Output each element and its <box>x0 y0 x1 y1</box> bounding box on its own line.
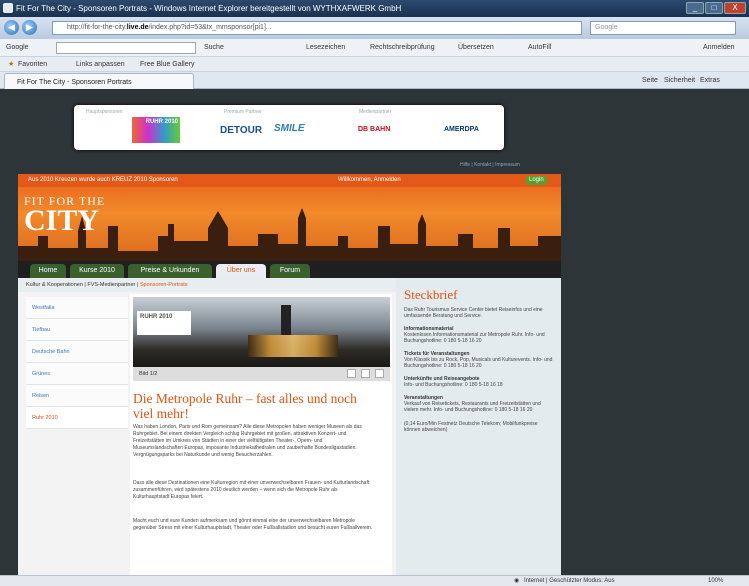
steckbrief-text-2: Von Klassik bis zu Rock, Pop, Musicals u… <box>404 357 553 369</box>
page-viewport: Hauptsponsoren Premium Partner Medienpar… <box>0 89 749 575</box>
favorites-star-icon[interactable]: ★ <box>8 57 14 72</box>
subnav-item-ruhr2010[interactable]: Ruhr 2010 <box>26 407 128 429</box>
google-label: Google <box>6 44 29 51</box>
photo-tower <box>281 305 291 335</box>
gallery-play-button[interactable] <box>361 369 370 378</box>
signin-button[interactable]: Anmelden <box>703 39 735 57</box>
fav-item-links[interactable]: Links anpassen <box>76 57 125 72</box>
photo-ruhr2010-logo: RUHR 2010 <box>137 311 191 335</box>
breadcrumb-current: Sponsoren-Portrats <box>139 282 188 288</box>
breadcrumb-path[interactable]: Kultur & Kooperationen | FVS-Medienpartn… <box>26 282 138 288</box>
ruhr2010-logo[interactable]: RUHR 2010 <box>132 117 180 143</box>
steckbrief-footer: (0,14 Euro/Min Festnetz Deutsche Telekom… <box>404 421 538 433</box>
login-button[interactable]: Login <box>526 176 547 185</box>
sponsor-label-media: Medienpartner <box>359 109 392 115</box>
header-photo: RUHR 2010 <box>133 297 390 367</box>
logo-city: CITY <box>24 204 100 237</box>
status-bar: ◉ Internet | Geschützter Modus: Aus 100% <box>0 575 749 586</box>
banner-top-text: Aus 2010 Kreuzen wurde auch KREUZ 2010 S… <box>28 177 178 183</box>
globe-icon: ◉ <box>514 578 520 584</box>
close-button[interactable]: X <box>724 2 746 14</box>
translate-button[interactable]: Übersetzen <box>458 39 494 57</box>
maximize-button[interactable]: □ <box>705 2 723 14</box>
article-paragraph-2: Dass alle diese Destinationen eine Kultu… <box>133 480 370 500</box>
amerdpa-logo[interactable]: AMERDPA <box>444 126 479 133</box>
sponsor-label-premium: Premium Partner <box>224 109 262 115</box>
favorites-bar: ★ Favoriten Links anpassen Free Blue Gal… <box>0 57 749 72</box>
site-container: Aus 2010 Kreuzen wurde auch KREUZ 2010 S… <box>18 174 561 575</box>
google-toolbar: Google Suche Lesezeichen Rechtschreibprü… <box>0 39 749 57</box>
article-paragraph-1: Was haben London, Paris und Rom gemeinsa… <box>133 424 362 458</box>
login-text[interactable]: Willkommen, Anmelden <box>338 174 401 187</box>
security-zone: Internet | Geschützter Modus: Aus <box>524 578 615 584</box>
main-nav: Home Kurse 2010 Preise & Urkunden Über u… <box>18 261 561 278</box>
google-search-button[interactable]: Suche <box>204 39 224 57</box>
safety-menu[interactable]: Sicherheit <box>664 72 695 89</box>
subnav-item-westfalia[interactable]: Westfalia <box>26 297 128 319</box>
bookmarks-button[interactable]: Lesezeichen <box>306 39 345 57</box>
back-button[interactable]: ◀ <box>4 20 19 35</box>
steckbrief-text-3: Info- und Buchungshotline: 0 180 5-18 16… <box>404 382 503 388</box>
tab-fit-for-the-city[interactable]: Fit For The City - Sponsoren Portrats <box>4 73 194 89</box>
detour-logo[interactable]: DETOUR <box>220 125 262 136</box>
page-menu[interactable]: Seite <box>642 72 658 89</box>
subnav-item-gruenes[interactable]: Grünes <box>26 363 128 385</box>
banner-topbar: Aus 2010 Kreuzen wurde auch KREUZ 2010 S… <box>18 174 561 187</box>
url-input[interactable]: http://fit-for-the-city.live.de/index.ph… <box>52 21 582 35</box>
subnav-item-reisen[interactable]: Reisen <box>26 385 128 407</box>
gallery-prev-button[interactable] <box>347 369 356 378</box>
sponsor-bar: Hauptsponsoren Premium Partner Medienpar… <box>74 105 504 150</box>
zoom-level[interactable]: 100% <box>708 576 723 586</box>
tools-menu[interactable]: Extras <box>700 72 720 89</box>
ie-icon <box>3 3 13 13</box>
photo-caption-bar: Bild 1/2 <box>133 367 390 381</box>
main-content: RUHR 2010 Bild 1/2 Die Metropole Ruhr – … <box>130 294 392 575</box>
nav-tab-kurse[interactable]: Kurse 2010 <box>70 264 124 278</box>
forward-button[interactable]: ▶ <box>22 20 37 35</box>
nav-tab-preise[interactable]: Preise & Urkunden <box>128 264 212 278</box>
nav-tab-home[interactable]: Home <box>30 264 66 278</box>
autofill-button[interactable]: AutoFill <box>528 39 551 57</box>
sponsor-label-main: Hauptsponsoren <box>86 109 123 115</box>
steckbrief-panel: Steckbrief Das Ruhr Tourismus Service Ce… <box>396 278 561 575</box>
live-search-input[interactable]: Google <box>590 21 736 35</box>
header-banner: Aus 2010 Kreuzen wurde auch KREUZ 2010 S… <box>18 174 561 261</box>
steckbrief-intro: Das Ruhr Tourismus Service Center bietet… <box>404 307 543 319</box>
photo-lights <box>248 335 338 357</box>
top-links[interactable]: Hilfe | Kontakt | Impressum <box>460 162 520 168</box>
steckbrief-title: Steckbrief <box>404 287 458 302</box>
favorites-button[interactable]: Favoriten <box>18 57 47 72</box>
left-subnav: Westfalia Tiefbau Deutsche Bahn Grünes R… <box>26 297 128 432</box>
gallery-next-button[interactable] <box>375 369 384 378</box>
subnav-item-tiefbau[interactable]: Tiefbau <box>26 319 128 341</box>
google-search-input[interactable] <box>56 42 196 54</box>
nav-tab-ueber-uns[interactable]: Über uns <box>216 264 266 278</box>
steckbrief-text-4: Verkauf von Reisetickets, Restaurants un… <box>404 401 541 413</box>
fav-item-gallery[interactable]: Free Blue Gallery <box>140 57 194 72</box>
minimize-button[interactable]: _ <box>686 2 704 14</box>
window-titlebar: Fit For The City - Sponsoren Portrats - … <box>0 0 749 17</box>
city-skyline-graphic <box>18 208 561 261</box>
article-heading: Die Metropole Ruhr – fast alles und noch… <box>133 391 357 421</box>
spellcheck-button[interactable]: Rechtschreibprüfung <box>370 39 435 57</box>
subnav-item-deutsche-bahn[interactable]: Deutsche Bahn <box>26 341 128 363</box>
smile-logo[interactable]: SMILE <box>274 123 305 134</box>
db-bahn-logo[interactable]: DB BAHN <box>358 126 390 133</box>
nav-tab-forum[interactable]: Forum <box>270 264 310 278</box>
steckbrief-text-1: Kostenlosen Informationsmaterial zur Met… <box>404 332 545 344</box>
window-title: Fit For The City - Sponsoren Portrats - … <box>16 4 402 13</box>
photo-caption: Bild 1/2 <box>139 371 158 377</box>
article-paragraph-3: Macht euch und eure Kunden aufmerksam un… <box>133 518 373 531</box>
address-bar: ◀ ▶ http://fit-for-the-city.live.de/inde… <box>0 17 749 39</box>
tab-bar: Fit For The City - Sponsoren Portrats Se… <box>0 72 749 89</box>
